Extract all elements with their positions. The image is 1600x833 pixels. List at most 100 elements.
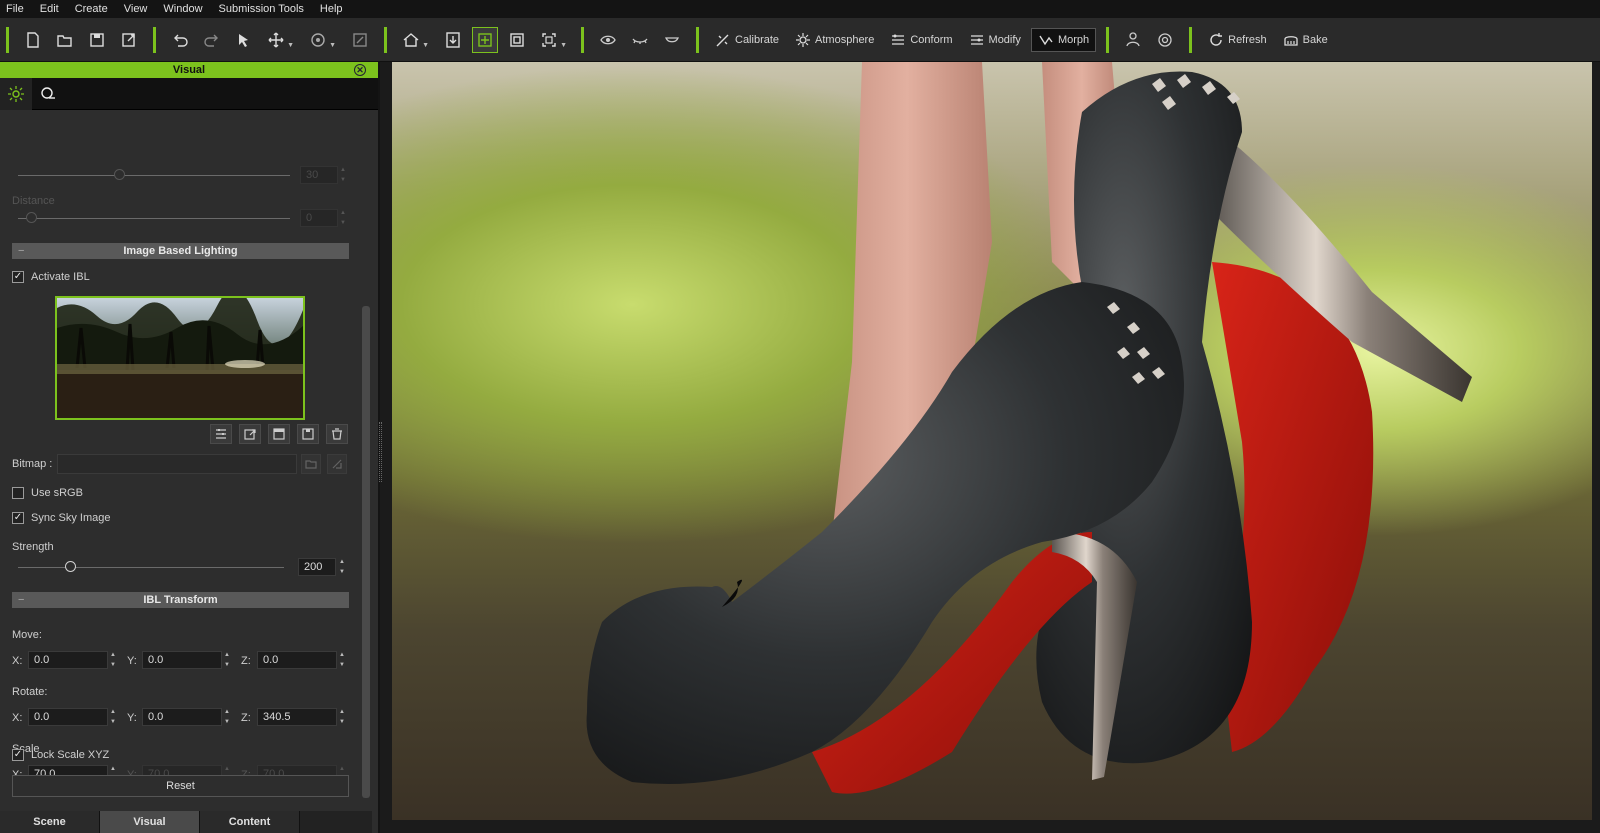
home-icon[interactable]: ▼ xyxy=(399,28,429,52)
panel-title: Visual xyxy=(172,64,206,76)
ibl-transform-header[interactable]: − IBL Transform xyxy=(12,592,349,608)
panel-tab-strip xyxy=(0,77,378,110)
move-z-spinner[interactable]: ▲ ▼ xyxy=(337,651,347,669)
sliders-icon xyxy=(216,429,226,439)
bitmap-browse-button[interactable] xyxy=(301,454,321,474)
tab-scene[interactable]: Scene xyxy=(0,811,100,833)
toolbar-separator xyxy=(1106,26,1110,53)
sync-sky-checkbox[interactable]: ✓ xyxy=(12,512,24,524)
strength-spinner[interactable]: ▲ ▼ xyxy=(337,558,347,576)
mouth-icon[interactable] xyxy=(660,28,684,52)
reset-button[interactable]: Reset xyxy=(12,775,349,797)
close-icon[interactable]: ✕ xyxy=(354,64,366,76)
collapse-icon: − xyxy=(18,594,25,606)
move-x-label: X: xyxy=(12,655,23,667)
rotate-x-field[interactable]: 0.0 xyxy=(28,708,108,726)
menu-submission-tools[interactable]: Submission Tools xyxy=(211,0,312,18)
conform-button[interactable]: Conform xyxy=(884,28,958,52)
prev-slider-track xyxy=(18,175,290,176)
export-icon[interactable] xyxy=(117,28,141,52)
menu-help[interactable]: Help xyxy=(312,0,351,18)
forest-panorama-image xyxy=(57,298,303,418)
eye-closed-icon[interactable] xyxy=(628,28,652,52)
ibl-transform-title: IBL Transform xyxy=(143,594,218,606)
move-x-spinner[interactable]: ▲ ▼ xyxy=(108,651,118,669)
move-label: Move: xyxy=(12,629,42,641)
move-icon[interactable]: ▼ xyxy=(264,28,294,52)
modify-button[interactable]: Modify xyxy=(963,28,1027,52)
menu-window[interactable]: Window xyxy=(155,0,210,18)
rotate-icon[interactable]: ▼ xyxy=(306,28,336,52)
rotate-y-spinner[interactable]: ▲ ▼ xyxy=(222,708,232,726)
prev-slider-knob[interactable] xyxy=(114,169,125,180)
panel-scrollbar[interactable] xyxy=(362,306,370,798)
distance-spinner[interactable]: ▲ ▼ xyxy=(338,209,348,227)
morph-button[interactable]: Morph xyxy=(1030,27,1097,52)
tab-content[interactable]: Content xyxy=(200,811,300,833)
prev-value-field[interactable]: 30 xyxy=(300,166,338,184)
drop-to-floor-icon[interactable] xyxy=(441,28,465,52)
tab-lighting[interactable] xyxy=(0,77,32,110)
strength-slider-track xyxy=(18,567,284,568)
visual-panel: Visual ✕ 30 ▲ ▼ Distance 0 ▲ ▼ − Image Bas… xyxy=(0,62,382,833)
panel-scroll-area: 30 ▲ ▼ Distance 0 ▲ ▼ − Image Based Lighti… xyxy=(0,110,372,806)
menu-edit[interactable]: Edit xyxy=(32,0,67,18)
strength-slider-knob[interactable] xyxy=(65,561,77,572)
select-arrow-icon[interactable] xyxy=(232,28,256,52)
new-file-icon[interactable] xyxy=(21,28,45,52)
undo-icon[interactable] xyxy=(168,28,192,52)
atmosphere-button[interactable]: Atmosphere xyxy=(789,28,880,52)
open-folder-icon[interactable] xyxy=(53,28,77,52)
settings-gear-icon[interactable] xyxy=(1153,28,1177,52)
move-z-field[interactable]: 0.0 xyxy=(257,651,337,669)
move-y-spinner[interactable]: ▲ ▼ xyxy=(222,651,232,669)
calibrate-button[interactable]: Calibrate xyxy=(709,28,785,52)
menu-create[interactable]: Create xyxy=(67,0,116,18)
move-x-field[interactable]: 0.0 xyxy=(28,651,108,669)
frame-icon[interactable]: ▼ xyxy=(537,28,567,52)
bitmap-label: Bitmap : xyxy=(12,458,53,470)
use-srgb-checkbox[interactable] xyxy=(12,487,24,499)
bitmap-field[interactable] xyxy=(57,454,297,474)
refresh-button[interactable]: Refresh xyxy=(1202,28,1273,52)
ibl-load-button[interactable] xyxy=(239,424,261,444)
lock-scale-checkbox[interactable]: ✓ xyxy=(12,749,24,761)
save-icon[interactable] xyxy=(85,28,109,52)
prev-spinner[interactable]: ▲ ▼ xyxy=(338,166,348,184)
folder-icon xyxy=(305,460,317,469)
ibl-save-button[interactable] xyxy=(297,424,319,444)
ibl-section-header[interactable]: − Image Based Lighting xyxy=(12,243,349,259)
rotate-z-field[interactable]: 340.5 xyxy=(257,708,337,726)
menu-view[interactable]: View xyxy=(116,0,156,18)
sun-icon xyxy=(8,85,24,102)
menu-bar: File Edit Create View Window Submission … xyxy=(0,0,1600,18)
eye-icon[interactable] xyxy=(596,28,620,52)
menu-file[interactable]: File xyxy=(0,0,32,18)
pick-parent-icon[interactable] xyxy=(472,26,498,53)
ibl-edit-button[interactable] xyxy=(268,424,290,444)
ibl-delete-button[interactable] xyxy=(326,424,348,444)
rotate-z-spinner[interactable]: ▲ ▼ xyxy=(337,708,347,726)
align-icon[interactable] xyxy=(505,28,529,52)
use-srgb-label: Use sRGB xyxy=(31,487,83,499)
ibl-thumbnail[interactable] xyxy=(55,296,305,420)
scale-icon[interactable] xyxy=(348,28,372,52)
tab-atmosphere[interactable] xyxy=(32,78,64,110)
rotate-y-field[interactable]: 0.0 xyxy=(142,708,222,726)
bitmap-clear-button[interactable] xyxy=(327,454,347,474)
avatar-pose-icon[interactable] xyxy=(1121,28,1145,52)
tab-visual[interactable]: Visual xyxy=(100,811,200,833)
move-y-field[interactable]: 0.0 xyxy=(142,651,222,669)
bake-button[interactable]: Bake xyxy=(1277,28,1334,52)
edit-image-icon xyxy=(273,428,285,440)
activate-ibl-checkbox[interactable]: ✓ xyxy=(12,271,24,283)
3d-viewport[interactable] xyxy=(392,62,1592,820)
distance-field[interactable]: 0 xyxy=(300,209,338,227)
scrollbar-grip[interactable] xyxy=(379,422,382,482)
distance-slider-knob[interactable] xyxy=(26,212,37,223)
rotate-x-spinner[interactable]: ▲ ▼ xyxy=(108,708,118,726)
redo-icon[interactable] xyxy=(200,28,224,52)
ibl-settings-button[interactable] xyxy=(210,424,232,444)
distance-label: Distance xyxy=(12,195,55,207)
strength-field[interactable]: 200 xyxy=(298,558,336,576)
